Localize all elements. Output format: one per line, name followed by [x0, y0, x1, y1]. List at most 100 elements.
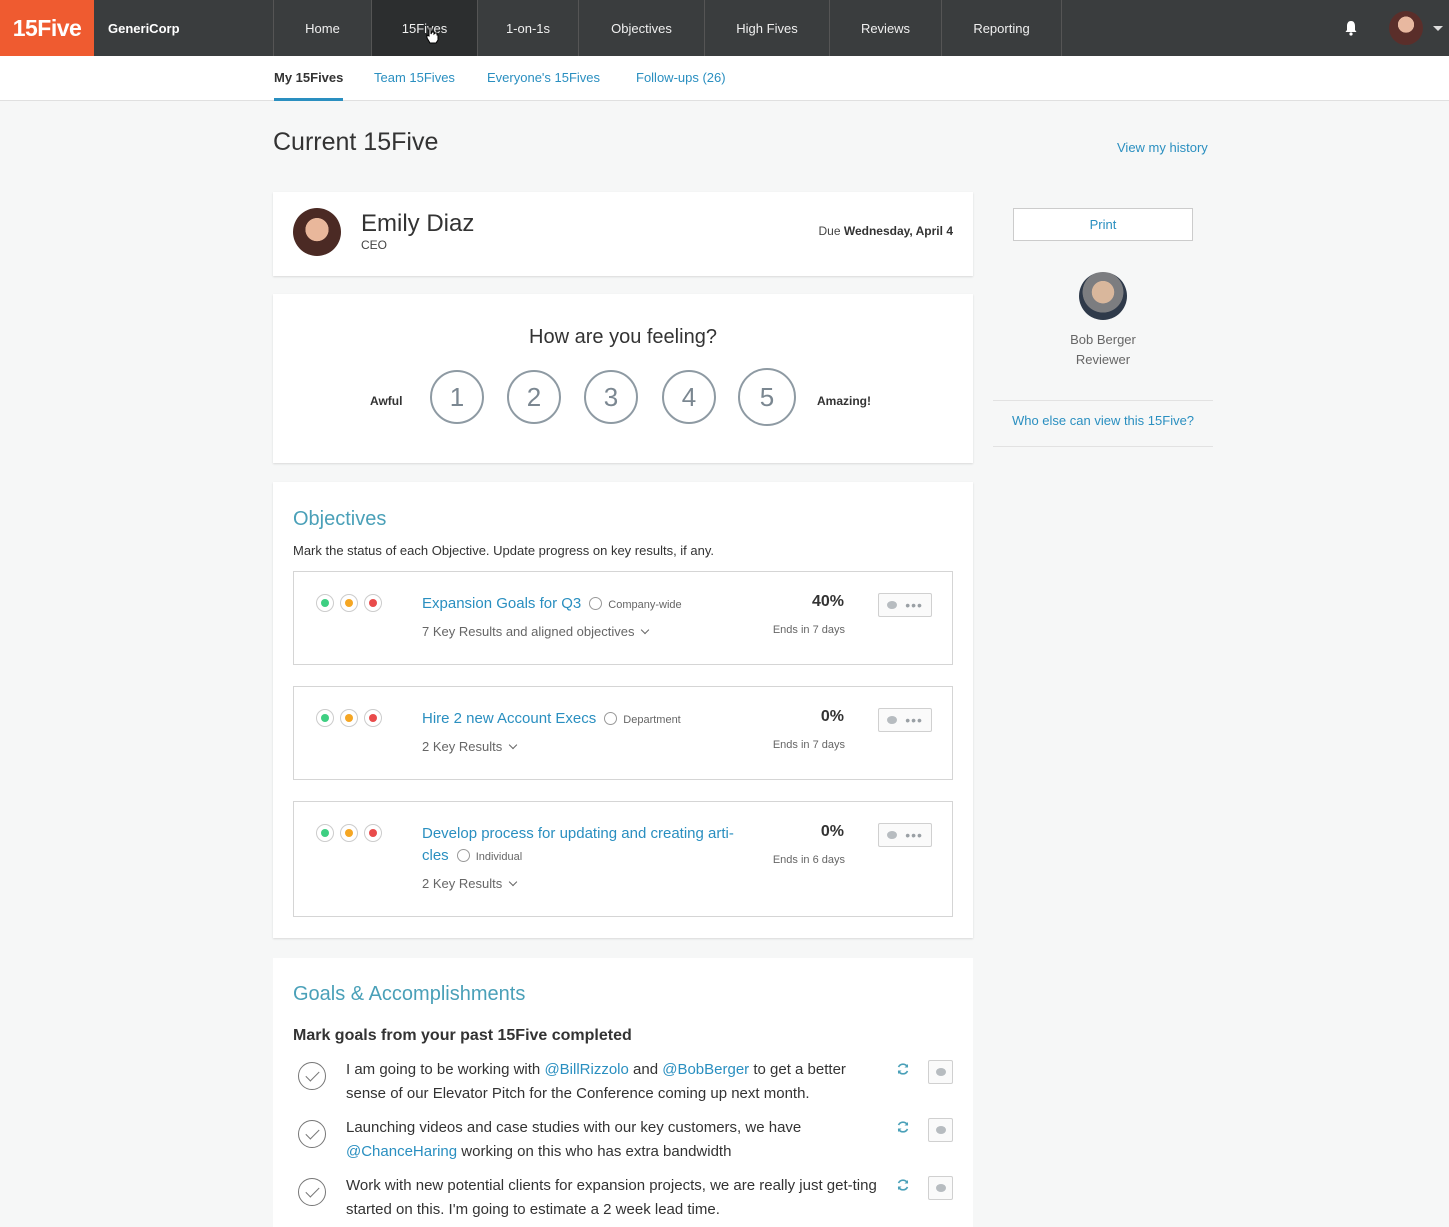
chevron-down-icon	[641, 625, 650, 635]
reviewer-name: Bob Berger	[1070, 332, 1136, 347]
status-at-risk[interactable]	[340, 594, 358, 612]
bell-icon[interactable]	[1343, 20, 1359, 36]
objective-actions-button[interactable]: •••	[878, 708, 932, 732]
status-on-track[interactable]	[316, 824, 334, 842]
refresh-icon[interactable]	[896, 1062, 910, 1076]
objective-item: Expansion Goals for Q3 Company-wide 7 Key…	[293, 571, 953, 665]
goal-text: Launching videos and case studies with o…	[346, 1119, 802, 1160]
tab-follow-ups[interactable]: Follow-ups (26)	[636, 56, 726, 101]
sub-navbar: My 15Fives Team 15Fives Everyone's 15Fiv…	[0, 56, 1449, 101]
nav-1-on-1s[interactable]: 1-on-1s	[478, 0, 579, 56]
reviewer-role: Reviewer	[1075, 352, 1131, 367]
status-at-risk[interactable]	[340, 709, 358, 727]
reviewer-avatar	[1079, 272, 1127, 320]
divider	[993, 446, 1213, 447]
tab-team-15fives[interactable]: Team 15Fives	[374, 56, 455, 101]
user-avatar[interactable]	[1389, 11, 1423, 45]
page-title: Current 15Five	[273, 128, 439, 156]
app-logo[interactable]: 15Five	[0, 0, 94, 56]
key-results-toggle[interactable]: 2 Key Results	[422, 739, 518, 754]
feeling-option-4[interactable]: 4	[662, 370, 716, 424]
objective-title[interactable]: Expansion Goals for Q3 Company-wide	[422, 593, 682, 616]
main-nav: Home 15Fives 1-on-1s Objectives High Fiv…	[274, 0, 1062, 56]
chevron-down-icon[interactable]	[1433, 25, 1443, 31]
objective-title[interactable]: Develop process for updating and creatin…	[422, 823, 762, 868]
objective-title[interactable]: Hire 2 new Account Execs Department	[422, 708, 681, 731]
person-role: CEO	[361, 238, 388, 252]
company-name: GeneriCorp	[94, 0, 274, 56]
nav-objectives[interactable]: Objectives	[579, 0, 705, 56]
comment-button[interactable]	[928, 1176, 953, 1200]
nav-reporting[interactable]: Reporting	[942, 0, 1062, 56]
due-date: Due Wednesday, April 4	[818, 224, 953, 238]
comment-button[interactable]	[928, 1060, 953, 1084]
tab-everyones-15fives[interactable]: Everyone's 15Fives	[487, 56, 600, 101]
chevron-down-icon	[508, 740, 518, 750]
more-icon: •••	[905, 597, 923, 613]
feeling-option-3[interactable]: 3	[584, 370, 638, 424]
comment-icon	[935, 1068, 946, 1076]
top-navbar: 15Five GeneriCorp Home 15Fives 1-on-1s O…	[0, 0, 1449, 56]
avatar	[293, 208, 341, 256]
status-at-risk[interactable]	[340, 824, 358, 842]
key-results-toggle[interactable]: 7 Key Results and aligned objectives	[422, 624, 650, 639]
feeling-low-label: Awful	[370, 394, 403, 408]
status-on-track[interactable]	[316, 709, 334, 727]
objectives-card: Objectives Mark the status of each Objec…	[273, 482, 973, 938]
tab-my-15fives[interactable]: My 15Fives	[274, 56, 344, 101]
mention-link[interactable]: @BillRizzolo	[544, 1061, 628, 1078]
status-off-track[interactable]	[364, 709, 382, 727]
objective-actions-button[interactable]: •••	[878, 823, 932, 847]
divider	[993, 400, 1213, 401]
comment-icon	[887, 601, 898, 609]
goal-item: Work with new potential clients for expa…	[293, 1174, 953, 1224]
complete-checkbox[interactable]	[298, 1062, 326, 1090]
status-selector	[316, 824, 382, 842]
objective-ends: Ends in 7 days	[772, 739, 845, 751]
scope-icon	[604, 712, 618, 725]
goal-text: I am going to be working with @BillRizzo…	[346, 1061, 846, 1102]
nav-home[interactable]: Home	[274, 0, 372, 56]
scope-icon	[589, 597, 603, 610]
feeling-option-1[interactable]: 1	[430, 370, 484, 424]
comment-button[interactable]	[928, 1118, 953, 1142]
who-can-view-link[interactable]: Who else can view this 15Five?	[993, 413, 1213, 428]
goal-item: I am going to be working with @BillRizzo…	[293, 1058, 953, 1108]
more-icon: •••	[905, 827, 923, 843]
status-on-track[interactable]	[316, 594, 334, 612]
objective-ends: Ends in 6 days	[772, 854, 845, 866]
refresh-icon[interactable]	[896, 1120, 910, 1134]
view-history-link[interactable]: View my history	[1117, 140, 1208, 155]
key-results-toggle[interactable]: 2 Key Results	[422, 876, 518, 891]
status-off-track[interactable]	[364, 594, 382, 612]
print-button[interactable]: Print	[1013, 208, 1193, 241]
mention-link[interactable]: @ChanceHaring	[346, 1143, 457, 1160]
status-off-track[interactable]	[364, 824, 382, 842]
complete-checkbox[interactable]	[298, 1178, 326, 1206]
feeling-high-label: Amazing!	[817, 394, 871, 408]
nav-high-fives[interactable]: High Fives	[705, 0, 830, 56]
chevron-down-icon	[508, 877, 518, 887]
objective-item: Develop process for updating and creatin…	[293, 801, 953, 917]
hand-cursor-icon	[426, 26, 439, 44]
mention-link[interactable]: @BobBerger	[662, 1061, 749, 1078]
refresh-icon[interactable]	[896, 1178, 910, 1192]
status-selector	[316, 594, 382, 612]
comment-icon	[935, 1126, 946, 1134]
feeling-card: How are you feeling? Awful 1 2 3 4 5 Ama…	[273, 294, 973, 463]
goals-title: Goals & Accomplishments	[293, 983, 526, 1005]
objectives-title: Objectives	[293, 508, 387, 530]
more-icon: •••	[905, 712, 923, 728]
person-card: Emily Diaz CEO Due Wednesday, April 4	[273, 192, 973, 276]
nav-reviews[interactable]: Reviews	[830, 0, 942, 56]
scope-icon	[456, 849, 470, 862]
objective-actions-button[interactable]: •••	[878, 593, 932, 617]
nav-right	[1343, 0, 1449, 56]
complete-checkbox[interactable]	[298, 1120, 326, 1148]
feeling-question: How are you feeling?	[529, 326, 717, 348]
feeling-option-5[interactable]: 5	[738, 368, 796, 426]
objective-percent: 40%	[811, 593, 844, 610]
feeling-option-2[interactable]: 2	[507, 370, 561, 424]
status-selector	[316, 709, 382, 727]
objective-item: Hire 2 new Account Execs Department 2 Key…	[293, 686, 953, 780]
